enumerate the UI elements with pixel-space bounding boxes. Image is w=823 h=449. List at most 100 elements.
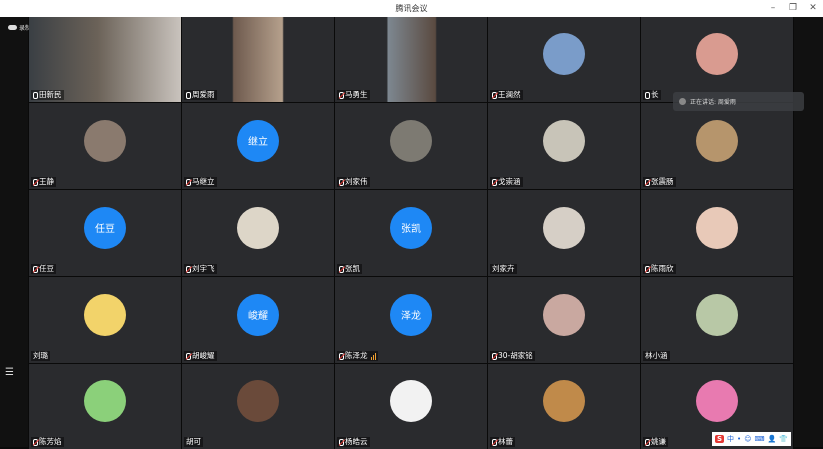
ime-logo[interactable]: S <box>715 435 725 443</box>
avatar: 继立 <box>237 119 279 162</box>
window-titlebar: 腾讯会议 – ❐ ✕ <box>0 0 823 17</box>
avatar <box>696 206 738 249</box>
mic-muted-icon <box>492 91 497 99</box>
restore-icon[interactable]: ❐ <box>783 0 803 17</box>
participant-name-tag: 杨皓云 <box>337 437 370 447</box>
participant-name-tag: 任豆 <box>31 264 56 274</box>
mic-muted-icon <box>33 178 38 186</box>
participant-name-tag: 刘宇飞 <box>184 264 217 274</box>
participant-name: 刘家伟 <box>345 177 368 186</box>
left-panel <box>0 17 28 447</box>
participant-tile[interactable]: 林小涵 <box>641 277 793 363</box>
mic-muted-icon <box>339 352 344 360</box>
ime-item[interactable]: • <box>737 435 741 443</box>
participant-name-tag: 林小涵 <box>643 351 670 361</box>
participant-name: 戈崇涵 <box>498 177 521 186</box>
participant-tile[interactable]: 陈芳焰 <box>29 364 181 449</box>
close-icon[interactable]: ✕ <box>803 0 823 17</box>
participant-tile[interactable]: 马勇生 <box>335 17 487 102</box>
participant-tile[interactable]: 王澜然 <box>488 17 640 102</box>
participant-tile[interactable]: 林蕾 <box>488 364 640 449</box>
avatar <box>696 33 738 76</box>
avatar <box>543 119 585 162</box>
participant-tile[interactable]: 王静 <box>29 103 181 189</box>
ime-item[interactable]: 👕 <box>779 435 788 443</box>
avatar <box>543 380 585 423</box>
participant-name: 陈雨欣 <box>651 264 674 273</box>
mic-muted-icon <box>645 438 650 446</box>
mic-muted-icon <box>186 178 191 186</box>
participant-name-tag: 刘家卉 <box>490 264 517 274</box>
participant-name: 张震肠 <box>651 177 674 186</box>
participant-tile[interactable]: 泽龙 陈泽龙 <box>335 277 487 363</box>
participant-tile[interactable]: 周爱雨 <box>182 17 334 102</box>
speaker-avatar <box>679 98 686 105</box>
participant-name-tag: 田新民 <box>31 90 64 100</box>
participant-name: 长 <box>651 90 659 99</box>
participant-tile[interactable]: 峻耀 胡峻耀 <box>182 277 334 363</box>
participant-name: 30-胡家铭 <box>498 351 533 360</box>
participant-name: 林蕾 <box>498 437 513 446</box>
participant-tile[interactable]: 戈崇涵 <box>488 103 640 189</box>
minimize-icon[interactable]: – <box>763 0 783 17</box>
right-panel <box>794 17 823 447</box>
participant-name: 林小涵 <box>645 351 668 360</box>
participant-name: 张凯 <box>345 264 360 273</box>
participant-name-tag: 周爱雨 <box>184 90 217 100</box>
mic-muted-icon <box>645 265 650 273</box>
participant-tile[interactable]: 任豆 任豆 <box>29 190 181 276</box>
participant-tile[interactable]: 刘家伟 <box>335 103 487 189</box>
member-list-icon[interactable]: ☰ <box>5 367 14 378</box>
participant-tile[interactable]: 张震肠 <box>641 103 793 189</box>
ime-item[interactable]: 👤 <box>768 435 777 443</box>
mic-muted-icon <box>33 265 38 273</box>
mic-muted-icon <box>492 438 497 446</box>
participant-tile[interactable]: 30-胡家铭 <box>488 277 640 363</box>
participant-tile[interactable]: 田新民 <box>29 17 181 102</box>
participant-name-tag: 陈芳焰 <box>31 437 64 447</box>
mic-icon <box>645 91 650 99</box>
participant-tile[interactable]: 陈雨欣 <box>641 190 793 276</box>
ime-item[interactable]: ☺ <box>744 435 751 443</box>
mic-muted-icon <box>339 91 344 99</box>
ime-item[interactable]: ⌨ <box>755 435 765 443</box>
participant-name: 刘璐 <box>33 351 48 360</box>
participant-name-tag: 刘家伟 <box>337 177 370 187</box>
ime-item[interactable]: 中 <box>727 434 734 444</box>
participant-name: 胡峻耀 <box>192 351 215 360</box>
participant-name-tag: 马继立 <box>184 177 217 187</box>
participant-name: 刘家卉 <box>492 264 515 273</box>
avatar <box>696 119 738 162</box>
mic-icon <box>186 91 191 99</box>
participant-tile[interactable]: 杨皓云 <box>335 364 487 449</box>
speaking-label: 正在讲话: 周爱雨 <box>690 99 736 106</box>
mic-muted-icon <box>339 178 344 186</box>
participant-tile[interactable]: 刘家卉 <box>488 190 640 276</box>
cloud-icon <box>8 25 17 30</box>
participant-name-tag: 胡峻耀 <box>184 351 217 361</box>
participant-tile[interactable]: 刘璐 <box>29 277 181 363</box>
avatar <box>696 380 738 423</box>
participant-tile[interactable]: 胡可 <box>182 364 334 449</box>
participant-name: 胡可 <box>186 437 201 446</box>
avatar <box>84 293 126 336</box>
avatar <box>543 293 585 336</box>
participant-tile[interactable]: 继立马继立 <box>182 103 334 189</box>
participant-tile[interactable]: 刘宇飞 <box>182 190 334 276</box>
signal-icon <box>370 352 376 360</box>
participant-name-tag: 林蕾 <box>490 437 515 447</box>
participant-name-tag: 张凯 <box>337 264 362 274</box>
participant-name-tag: 陈雨欣 <box>643 264 676 274</box>
participant-name: 马继立 <box>192 177 215 186</box>
participant-name-tag: 陈泽龙 <box>337 351 378 361</box>
mic-muted-icon <box>492 352 497 360</box>
mic-muted-icon <box>339 265 344 273</box>
mic-muted-icon <box>339 438 344 446</box>
mic-muted-icon <box>645 178 650 186</box>
avatar <box>237 206 279 249</box>
participant-tile[interactable]: 长 <box>641 17 793 102</box>
avatar <box>390 119 432 162</box>
participant-tile[interactable]: 张凯 张凯 <box>335 190 487 276</box>
speaking-indicator: 正在讲话: 周爱雨 <box>673 92 804 111</box>
avatar: 任豆 <box>84 206 126 249</box>
